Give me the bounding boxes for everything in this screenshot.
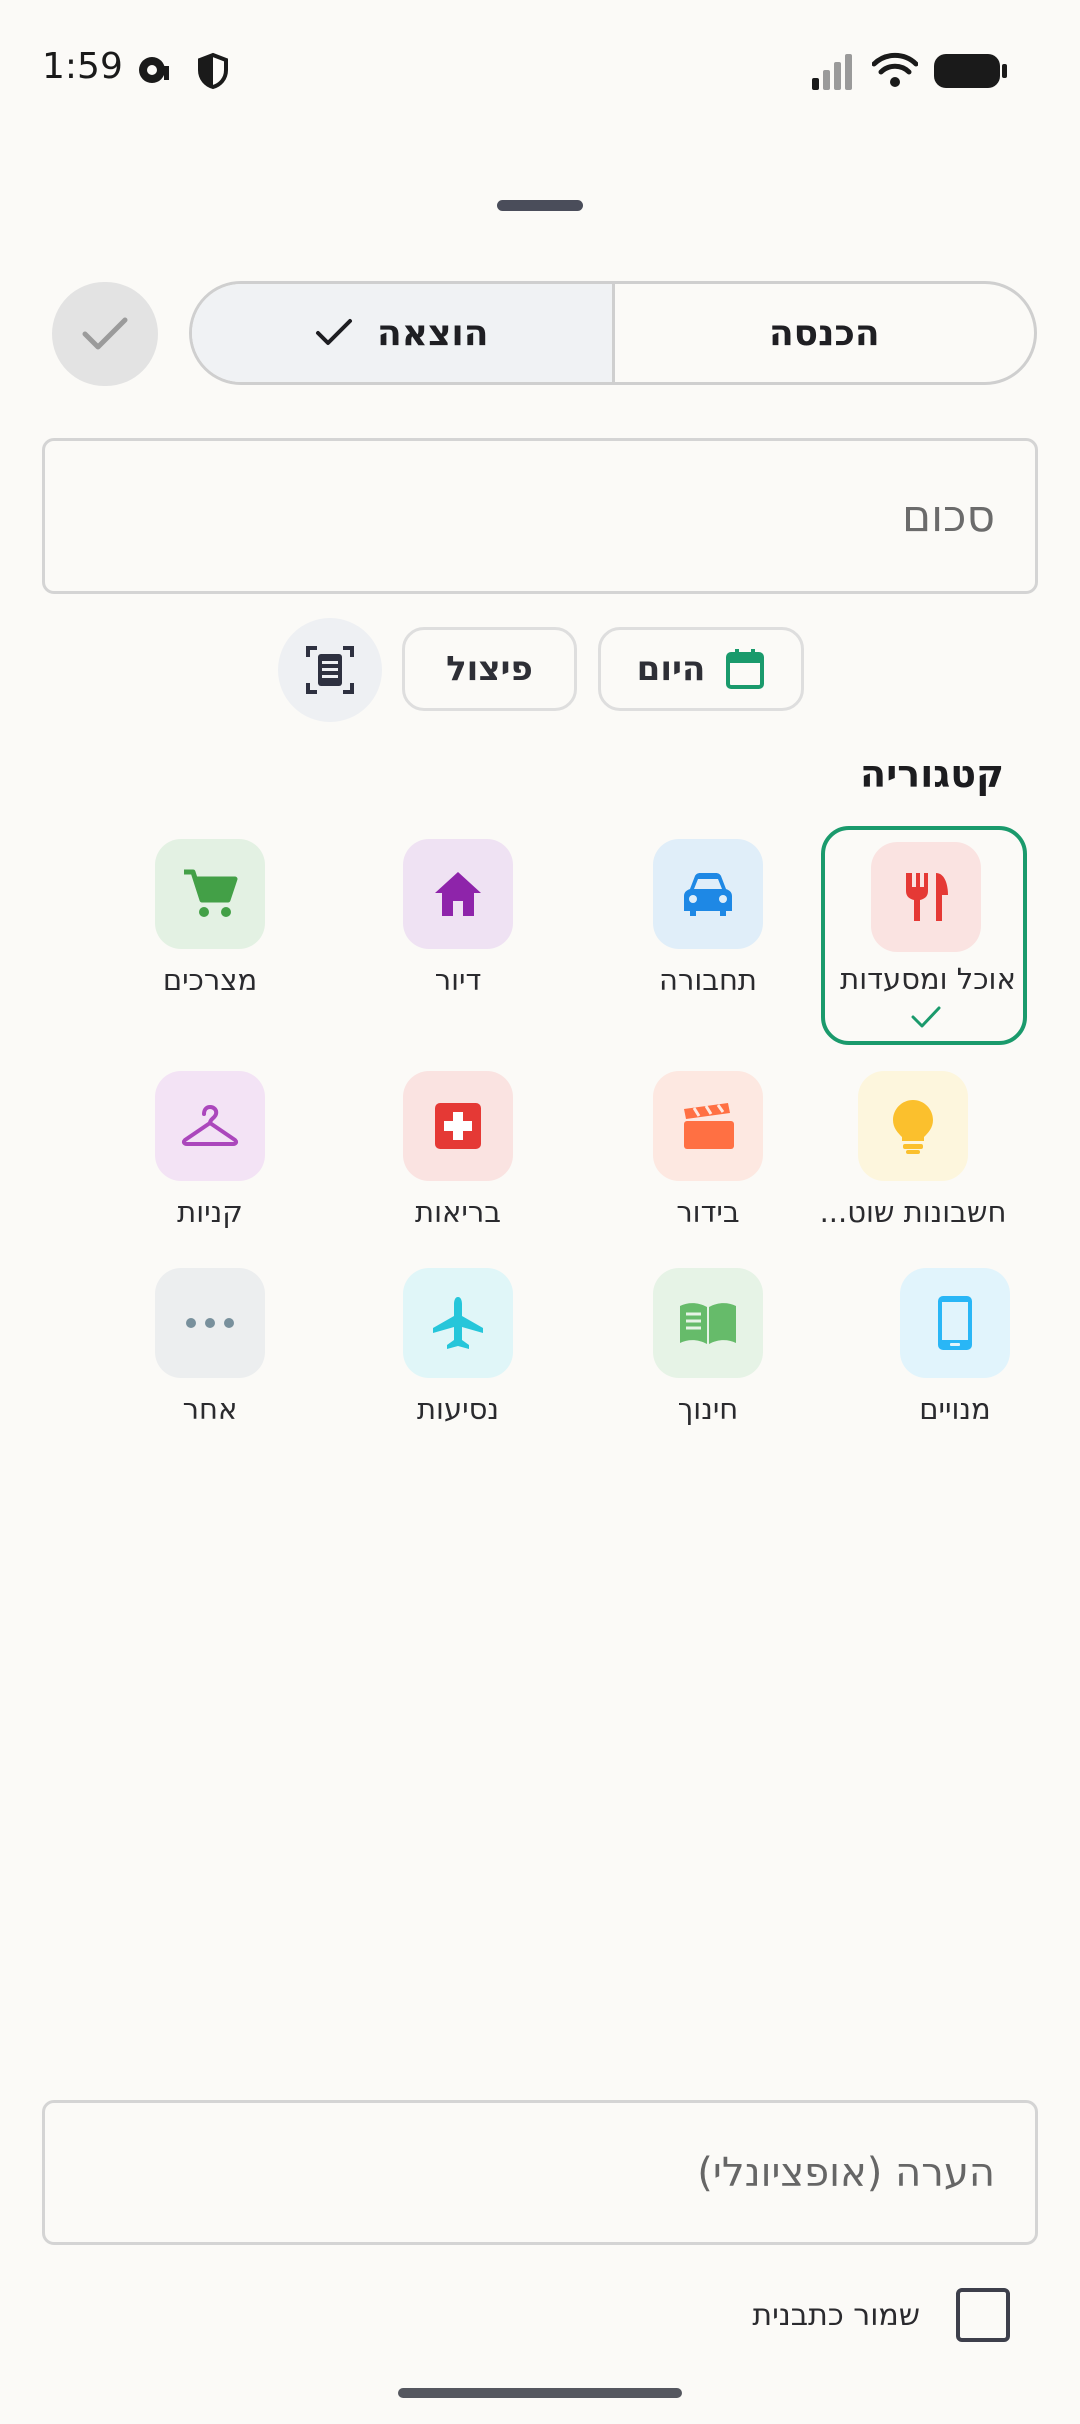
lightbulb-icon (893, 1100, 933, 1154)
category-tile (900, 1268, 1010, 1378)
category-tile (858, 1071, 968, 1181)
airplane-icon (433, 1297, 483, 1349)
save-template-label: שמור כתבנית (752, 2297, 920, 2333)
category-shopping[interactable]: קניות (110, 1071, 310, 1271)
scan-receipt-button[interactable] (278, 618, 382, 722)
category-label: קניות (177, 1195, 243, 1229)
car-icon (684, 873, 732, 916)
category-transport[interactable]: תחבורה (608, 839, 808, 1039)
category-tile (403, 1071, 513, 1181)
status-bar: 1:59 (0, 0, 1080, 140)
income-label: הכנסה (768, 312, 880, 354)
category-section-title: קטגוריה (860, 752, 1004, 796)
category-subscriptions[interactable]: מנויים (855, 1268, 1055, 1468)
category-label: אחר (182, 1392, 238, 1426)
category-groceries[interactable]: מצרכים (110, 839, 310, 1039)
note-field (42, 2100, 1038, 2245)
category-label: בריאות (415, 1195, 501, 1229)
status-time: 1:59 (42, 46, 123, 87)
category-tile (155, 839, 265, 949)
sheet-drag-handle[interactable] (497, 200, 583, 211)
category-food[interactable]: אוכל ומסעדות (821, 826, 1027, 1045)
category-entertainment[interactable]: בידור (608, 1071, 808, 1271)
date-label: היום (636, 649, 706, 689)
note-input[interactable] (45, 2103, 1035, 2242)
category-label: מנויים (919, 1392, 991, 1426)
category-label: חשבונות שוט... (819, 1195, 1007, 1229)
receipt-scan-icon (306, 646, 354, 694)
category-travel[interactable]: נסיעות (358, 1268, 558, 1468)
income-option[interactable]: הכנסה (615, 284, 1035, 382)
cart-icon (184, 869, 238, 917)
confirm-button[interactable] (52, 282, 158, 386)
category-label: נסיעות (416, 1392, 500, 1426)
category-tile (871, 842, 981, 952)
amount-field (42, 438, 1038, 594)
amount-input[interactable] (45, 441, 1035, 591)
shield-icon (198, 52, 228, 90)
category-other[interactable]: אחר (110, 1268, 310, 1468)
date-chip[interactable]: היום (598, 627, 804, 711)
podcast-icon (139, 57, 169, 83)
split-chip[interactable]: פיצול (402, 627, 577, 711)
category-label: חינוך (677, 1392, 739, 1426)
signal-icon (812, 54, 852, 90)
battery-icon (934, 54, 1007, 88)
selected-check-icon (911, 1006, 941, 1028)
calendar-icon (726, 649, 765, 689)
split-label: פיצול (446, 649, 533, 689)
restaurant-icon (906, 873, 948, 921)
wifi-icon (872, 52, 918, 87)
category-tile (403, 1268, 513, 1378)
category-label: מצרכים (162, 963, 258, 997)
hanger-icon (181, 1105, 239, 1146)
save-template-row: שמור כתבנית (700, 2285, 1010, 2345)
phone-icon (938, 1296, 972, 1350)
home-indicator[interactable] (398, 2388, 682, 2398)
category-housing[interactable]: דיור (358, 839, 558, 1039)
check-icon (315, 319, 352, 345)
expense-label: הוצאה (376, 312, 489, 354)
category-tile (653, 1071, 763, 1181)
category-tile (155, 1071, 265, 1181)
home-icon (435, 872, 481, 916)
category-label: בידור (676, 1195, 740, 1229)
transaction-type-toggle: הוצאה הכנסה (189, 281, 1037, 385)
category-tile (653, 1268, 763, 1378)
book-icon (680, 1303, 736, 1344)
clapperboard-icon (684, 1103, 734, 1149)
category-tile (155, 1268, 265, 1378)
category-bills[interactable]: חשבונות שוט... (813, 1071, 1013, 1271)
category-tile (403, 839, 513, 949)
save-template-checkbox[interactable] (956, 2288, 1010, 2342)
category-label: תחבורה (659, 963, 757, 997)
category-label: אוכל ומסעדות (840, 962, 1016, 996)
expense-option[interactable]: הוצאה (192, 284, 615, 382)
category-label: דיור (434, 963, 482, 997)
medical-icon (435, 1103, 481, 1149)
more-icon (186, 1318, 234, 1328)
check-icon (82, 317, 128, 350)
category-education[interactable]: חינוך (608, 1268, 808, 1468)
category-tile (653, 839, 763, 949)
category-health[interactable]: בריאות (358, 1071, 558, 1271)
